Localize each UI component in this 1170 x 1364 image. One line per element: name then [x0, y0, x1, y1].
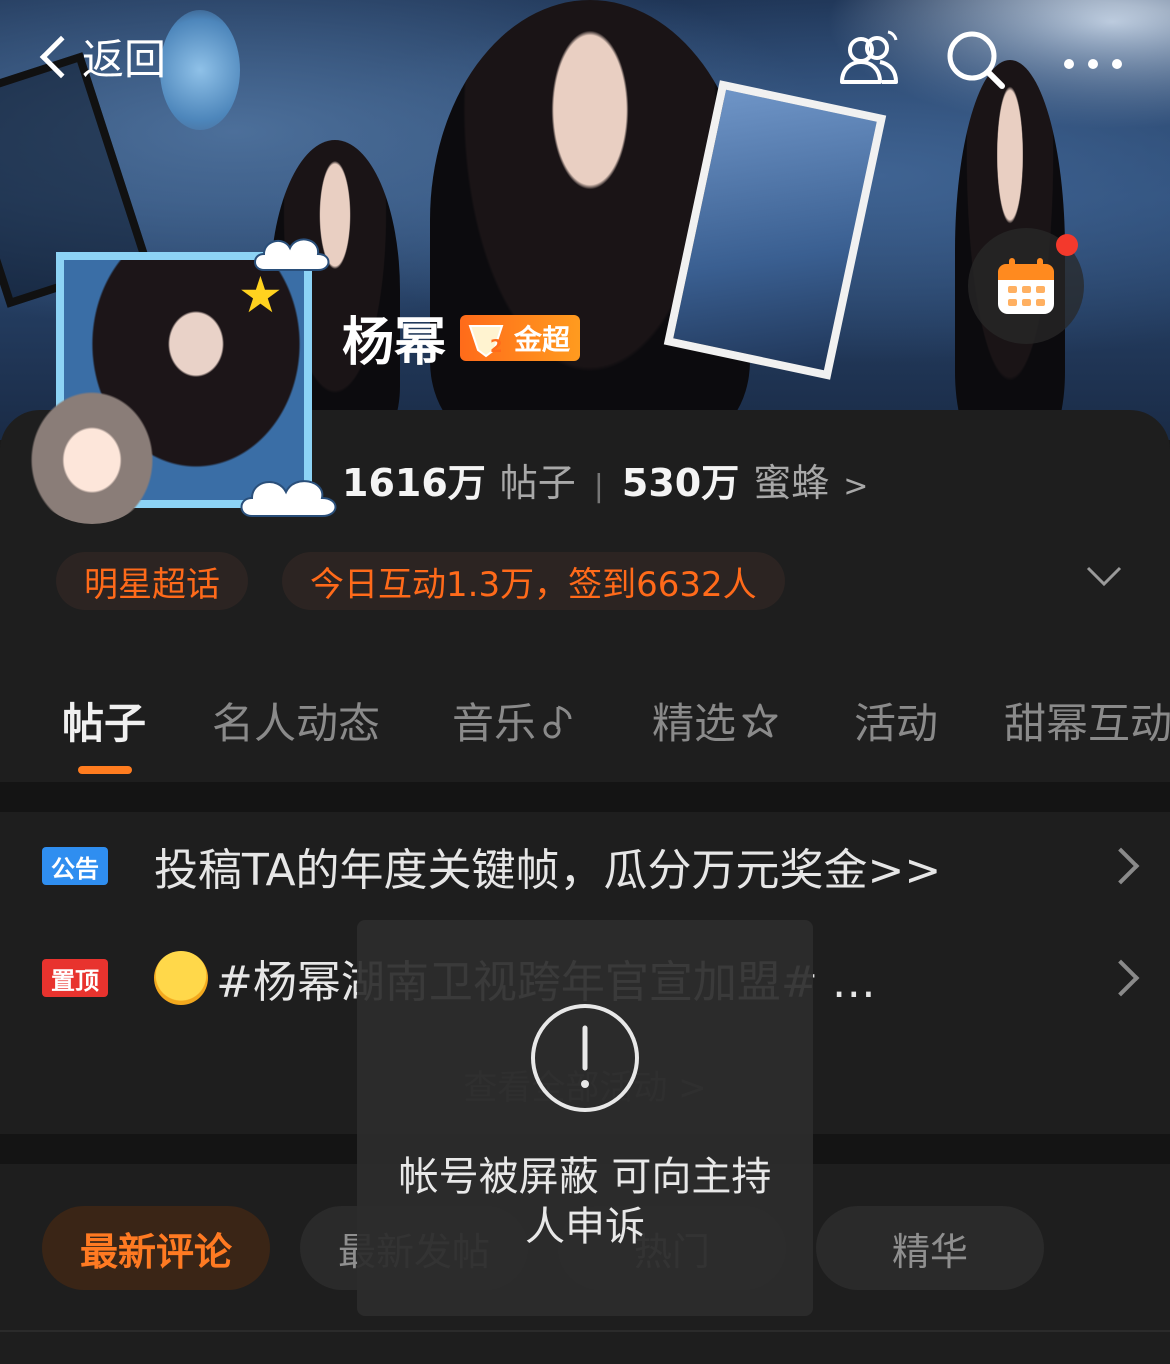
super-topic-badge[interactable]: 2 金超	[460, 314, 581, 361]
blocked-account-toast: 帐号被屏蔽 可向主持人申诉	[357, 920, 813, 1316]
search-icon	[947, 31, 1005, 89]
pinned-tag: 置顶	[42, 959, 108, 997]
svg-text:2: 2	[490, 336, 503, 357]
tab-events[interactable]: 活动	[854, 690, 938, 751]
tab-fan-interaction[interactable]: 甜幂互动	[1004, 690, 1170, 751]
back-label: 返回	[82, 35, 167, 84]
notice-tag: 公告	[42, 847, 108, 885]
announcement-text: 投稿TA的年度关键帧，瓜分万元奖金>>	[154, 845, 942, 896]
tab-featured[interactable]: 精选	[652, 690, 780, 751]
filter-essence[interactable]: 精华	[816, 1206, 1044, 1290]
bottom-divider	[0, 1330, 1170, 1332]
checkin-calendar-button[interactable]	[968, 228, 1084, 344]
sparkle-star-icon	[742, 703, 778, 737]
chibi-avatar-sticker	[22, 382, 162, 524]
notification-dot	[1056, 234, 1078, 256]
tab-bar: 帖子 名人动态 音乐 精选 活动 甜幂互动	[0, 690, 1170, 782]
filter-latest-comments[interactable]: 最新评论	[42, 1206, 270, 1290]
chevron-right-icon: >	[843, 469, 869, 504]
posts-count: 1616万	[342, 461, 486, 505]
top-bar: 返回	[0, 20, 1170, 100]
calendar-icon	[998, 258, 1054, 314]
announcement-item[interactable]: 公告 投稿TA的年度关键帧，瓜分万元奖金>>	[0, 816, 1170, 916]
chevron-right-icon	[1102, 959, 1140, 997]
toast-message: 帐号被屏蔽 可向主持人申诉	[398, 1154, 772, 1250]
topic-stats[interactable]: 1616万 帖子 | 530万 蜜蜂 >	[342, 452, 868, 507]
topic-name: 杨幂	[342, 313, 447, 373]
tab-music[interactable]: 音乐	[452, 690, 580, 751]
fans-count: 530万	[621, 461, 740, 505]
more-dots-icon	[1064, 59, 1122, 69]
chevron-left-icon	[39, 35, 83, 78]
exclamation-circle-icon	[531, 1004, 639, 1112]
cloud-decor-icon	[240, 480, 337, 517]
tab-celebrity-updates[interactable]: 名人动态	[212, 690, 380, 751]
search-button[interactable]	[942, 26, 1012, 96]
badge-label: 金超	[514, 322, 571, 356]
category-chip[interactable]: 明星超话	[56, 552, 248, 610]
fans-label: 蜜蜂	[753, 461, 830, 505]
stats-divider: |	[593, 469, 604, 504]
back-button[interactable]: 返回	[34, 26, 166, 87]
star-struck-emoji-icon	[154, 951, 208, 1005]
diamond-level-icon: 2	[468, 324, 504, 357]
music-note-icon	[543, 705, 572, 738]
chevron-right-icon	[1102, 847, 1140, 885]
activity-chip[interactable]: 今日互动1.3万，签到6632人	[282, 552, 785, 610]
active-tab-indicator	[78, 766, 132, 774]
chevron-down-icon[interactable]	[1084, 556, 1124, 596]
posts-label: 帖子	[499, 461, 576, 505]
people-icon	[840, 30, 898, 84]
members-button[interactable]	[834, 26, 904, 96]
section-divider	[0, 782, 1170, 812]
more-button[interactable]	[1058, 26, 1128, 96]
star-decor-icon: ★	[238, 266, 283, 324]
tab-posts[interactable]: 帖子	[62, 690, 146, 751]
topic-title-row: 杨幂 2 金超	[342, 300, 581, 375]
